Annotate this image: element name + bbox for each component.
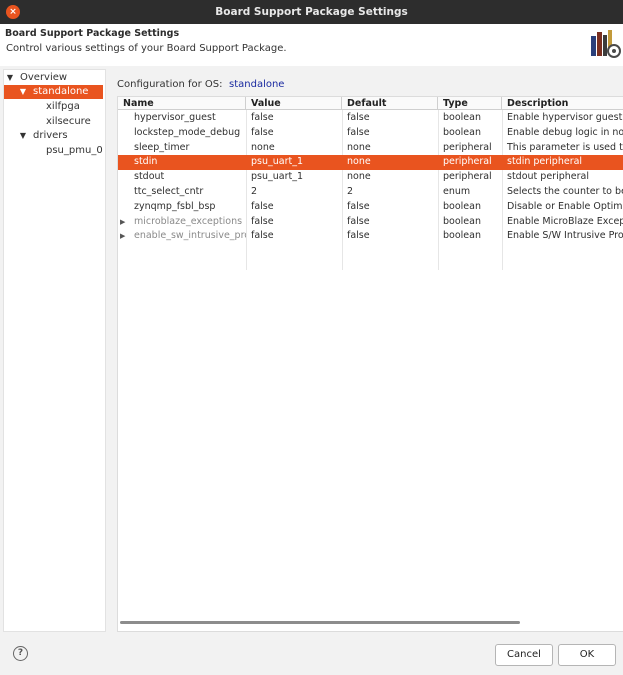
cell-default: false: [347, 215, 370, 227]
cell-value[interactable]: false: [246, 229, 342, 244]
header-description: Control various settings of your Board S…: [6, 43, 287, 54]
cell-type: enum: [443, 186, 471, 197]
cell-type: boolean: [443, 200, 481, 212]
ok-button[interactable]: OK: [558, 644, 616, 666]
cell-name: hypervisor_guest: [134, 112, 216, 123]
table-row-expandable[interactable]: ▶ enable_sw_intrusive_prof false false b…: [118, 229, 623, 244]
table-row[interactable]: hypervisor_guest false false boolean Ena…: [118, 111, 623, 126]
expanded-arrow-icon[interactable]: ▼: [18, 85, 28, 99]
column-header-value[interactable]: Value: [246, 97, 342, 110]
cell-value[interactable]: psu_uart_1: [246, 170, 342, 185]
cell-default: none: [347, 156, 371, 168]
cell-value[interactable]: psu_uart_1: [246, 155, 342, 170]
configuration-label: Configuration for OS:: [117, 79, 223, 90]
table-row[interactable]: sleep_timer none none peripheral This pa…: [118, 141, 623, 156]
navigation-tree: ▼ Overview ▼ standalone xilfpga xilsecur…: [3, 69, 106, 632]
column-header-name[interactable]: Name: [118, 97, 246, 110]
cell-name: microblaze_exceptions: [134, 215, 243, 227]
dialog-header: Board Support Package Settings Control v…: [0, 24, 623, 66]
tree-item-label: psu_pmu_0: [46, 145, 103, 156]
column-header-type[interactable]: Type: [438, 97, 502, 110]
table-row[interactable]: stdout psu_uart_1 none peripheral stdout…: [118, 170, 623, 185]
tree-item-label: drivers: [33, 130, 68, 141]
cell-description: Selects the counter to be: [507, 186, 623, 197]
table-row[interactable]: ttc_select_cntr 2 2 enum Selects the cou…: [118, 185, 623, 200]
cell-name: ttc_select_cntr: [134, 186, 204, 197]
expanded-arrow-icon[interactable]: ▼: [18, 129, 28, 143]
dialog-footer: ? Cancel OK: [0, 636, 623, 675]
settings-table: Name Value Default Type Description hype…: [117, 96, 623, 632]
tree-item-drivers[interactable]: ▼ drivers: [4, 129, 103, 143]
cell-description: Disable or Enable Optimiz: [507, 200, 623, 212]
cell-default: false: [347, 230, 370, 242]
cell-name: sleep_timer: [134, 141, 190, 153]
cell-default: 2: [347, 186, 354, 197]
bsp-logo-icon: [591, 30, 621, 58]
tree-item-standalone[interactable]: ▼ standalone: [4, 85, 103, 99]
cell-name: stdin: [134, 156, 158, 168]
column-header-default[interactable]: Default: [342, 97, 438, 110]
cell-description: Enable S/W Intrusive Prof: [507, 230, 623, 242]
configuration-panel: Configuration for OS: standalone Name Va…: [107, 69, 623, 632]
cell-description: stdout peripheral: [507, 171, 589, 183]
cell-type: boolean: [443, 230, 481, 242]
cell-default: none: [347, 141, 371, 153]
cell-name: lockstep_mode_debug: [134, 126, 241, 138]
tree-item-xilsecure[interactable]: xilsecure: [4, 115, 103, 129]
cell-value[interactable]: false: [246, 215, 342, 230]
cell-description: This parameter is used to: [507, 141, 623, 153]
cancel-button[interactable]: Cancel: [495, 644, 553, 666]
cell-value[interactable]: false: [246, 200, 342, 215]
cell-default: false: [347, 200, 370, 212]
tree-item-psu-pmu-0[interactable]: psu_pmu_0: [4, 144, 103, 158]
cell-name: stdout: [134, 171, 165, 183]
cell-value[interactable]: none: [246, 141, 342, 156]
cell-type: boolean: [443, 126, 481, 138]
cell-description: stdin peripheral: [507, 156, 583, 168]
cell-name: enable_sw_intrusive_prof: [134, 230, 246, 242]
table-row[interactable]: lockstep_mode_debug false false boolean …: [118, 126, 623, 141]
cell-value[interactable]: false: [246, 111, 342, 126]
tree-item-label: xilfpga: [46, 101, 80, 112]
tree-item-label: standalone: [33, 86, 89, 97]
cell-type: peripheral: [443, 156, 492, 168]
cell-description: Enable hypervisor guest s: [507, 112, 623, 123]
cell-description: Enable MicroBlaze Except: [507, 215, 623, 227]
window-title: Board Support Package Settings: [215, 6, 408, 18]
cell-type: peripheral: [443, 141, 492, 153]
cell-value[interactable]: false: [246, 126, 342, 141]
collapsed-arrow-icon[interactable]: ▶: [120, 229, 125, 244]
configuration-os-value: standalone: [229, 79, 285, 90]
help-icon[interactable]: ?: [13, 646, 28, 661]
tree-item-label: Overview: [20, 72, 68, 83]
table-row-expandable[interactable]: ▶ microblaze_exceptions false false bool…: [118, 215, 623, 230]
cell-value[interactable]: 2: [246, 185, 342, 200]
header-title: Board Support Package Settings: [5, 28, 180, 39]
cell-type: boolean: [443, 112, 481, 123]
tree-item-overview[interactable]: ▼ Overview: [4, 71, 103, 85]
table-row-selected[interactable]: stdin psu_uart_1 none peripheral stdin p…: [118, 155, 623, 171]
column-header-description[interactable]: Description: [502, 97, 623, 110]
cell-type: peripheral: [443, 171, 492, 183]
cell-description: Enable debug logic in non: [507, 126, 623, 138]
cell-default: none: [347, 171, 371, 183]
horizontal-scrollbar[interactable]: [120, 621, 520, 624]
close-icon[interactable]: ×: [6, 5, 20, 19]
cell-default: false: [347, 126, 370, 138]
collapsed-arrow-icon[interactable]: ▶: [120, 215, 125, 230]
cell-type: boolean: [443, 215, 481, 227]
tree-item-label: xilsecure: [46, 116, 91, 127]
cell-name: zynqmp_fsbl_bsp: [134, 200, 216, 212]
expanded-arrow-icon[interactable]: ▼: [5, 71, 15, 85]
tree-item-xilfpga[interactable]: xilfpga: [4, 100, 103, 114]
table-row[interactable]: zynqmp_fsbl_bsp false false boolean Disa…: [118, 200, 623, 215]
title-bar: × Board Support Package Settings: [0, 0, 623, 24]
cell-default: false: [347, 112, 370, 123]
